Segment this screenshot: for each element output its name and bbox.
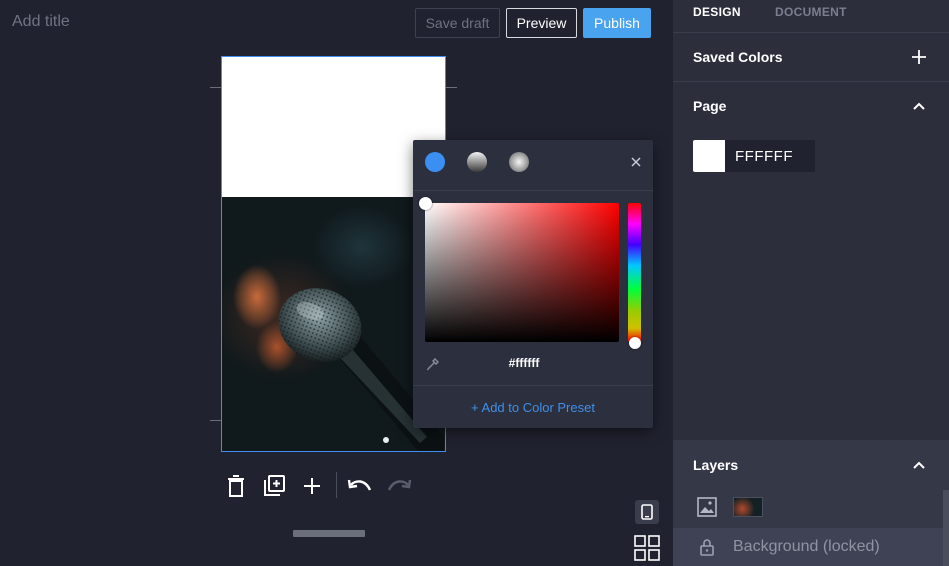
chevron-up-icon[interactable]: [911, 98, 927, 114]
divider: [673, 32, 949, 33]
properties-panel: DESIGN DOCUMENT Saved Colors Page FFFFFF…: [673, 0, 949, 566]
panel-scrollbar[interactable]: [943, 490, 949, 566]
close-icon[interactable]: [629, 155, 643, 169]
image-icon: [697, 497, 717, 517]
page-color-hex[interactable]: FFFFFF: [735, 148, 793, 165]
solid-color-mode[interactable]: [425, 152, 445, 172]
save-draft-button[interactable]: Save draft: [415, 8, 500, 38]
color-picker-popup: #ffffff + Add to Color Preset: [413, 140, 653, 428]
tab-design[interactable]: DESIGN: [693, 5, 741, 19]
hue-thumb[interactable]: [629, 337, 641, 349]
duplicate-button[interactable]: [261, 473, 287, 499]
add-color-preset-button[interactable]: + Add to Color Preset: [413, 385, 653, 428]
redo-icon: [387, 479, 412, 491]
saturation-area[interactable]: [425, 203, 619, 342]
add-element-button[interactable]: [299, 473, 325, 499]
eyedropper-icon[interactable]: [426, 357, 440, 371]
page-resize-handle[interactable]: [293, 530, 365, 537]
grid-view-icon[interactable]: [634, 535, 660, 561]
lock-icon: [700, 539, 714, 556]
color-picker-header: [413, 140, 653, 191]
toolbar-divider: [336, 472, 337, 498]
add-icon: [304, 478, 320, 494]
guide-line: [210, 87, 221, 88]
page-color-control[interactable]: FFFFFF: [693, 140, 815, 172]
linear-gradient-mode[interactable]: [467, 152, 487, 172]
layer-label: Background (locked): [733, 538, 880, 555]
title-input[interactable]: Add title: [12, 13, 70, 31]
preview-button[interactable]: Preview: [506, 8, 577, 38]
chevron-up-icon[interactable]: [911, 457, 927, 473]
layers-section: Layers Background (locked): [673, 440, 949, 566]
layer-item-image[interactable]: [673, 488, 943, 526]
layer-item-background[interactable]: Background (locked): [673, 528, 943, 566]
saved-colors-title: Saved Colors: [693, 49, 783, 65]
duplicate-icon: [264, 475, 285, 496]
delete-icon: [228, 475, 244, 497]
hex-value-field[interactable]: #ffffff: [493, 356, 555, 370]
phone-icon: [641, 504, 653, 520]
tab-document[interactable]: DOCUMENT: [775, 5, 847, 19]
radial-gradient-mode[interactable]: [509, 152, 529, 172]
undo-button[interactable]: [347, 473, 373, 499]
page-section-title: Page: [693, 98, 727, 114]
guide-line: [446, 87, 457, 88]
microphone-image[interactable]: [222, 197, 445, 451]
delete-button[interactable]: [223, 473, 249, 499]
page-background[interactable]: [222, 57, 445, 197]
publish-button[interactable]: Publish: [583, 8, 651, 38]
layers-title: Layers: [693, 457, 739, 473]
saturation-thumb[interactable]: [419, 197, 432, 210]
page-color-swatch[interactable]: [693, 140, 725, 172]
undo-icon: [347, 479, 372, 491]
hue-slider[interactable]: [628, 203, 641, 342]
layer-thumbnail: [733, 497, 763, 517]
divider: [673, 81, 949, 82]
add-color-icon[interactable]: [911, 49, 927, 65]
mobile-view-button[interactable]: [635, 500, 659, 524]
guide-line: [210, 420, 221, 421]
microphone-illustration: [278, 288, 444, 451]
redo-button[interactable]: [386, 473, 412, 499]
